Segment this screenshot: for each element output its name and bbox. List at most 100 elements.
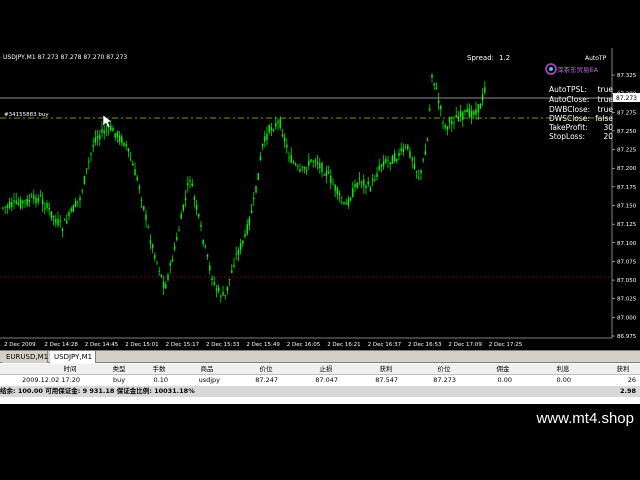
candle-body (176, 237, 178, 240)
col-symbol[interactable]: 商品 (196, 364, 218, 375)
candle-body (255, 185, 257, 193)
candle-body (360, 181, 363, 183)
candle-body (180, 214, 182, 219)
candle-body (182, 204, 185, 210)
col-sl[interactable]: 止损 (315, 364, 337, 375)
candle-body (367, 181, 369, 185)
time-tick-label: 2 Dec 15:17 (166, 342, 200, 348)
candle-body (13, 200, 15, 202)
candle-body (145, 214, 147, 221)
col-time[interactable]: 时间 (55, 364, 85, 375)
candle-body (314, 160, 317, 163)
order-label: #34155883 buy (4, 112, 49, 118)
candle-body (50, 211, 53, 219)
candle-body (37, 197, 39, 202)
tab-usdjpy[interactable]: USDJPY,M1 (50, 351, 96, 363)
col-type[interactable]: 类型 (108, 364, 130, 375)
candle-body (270, 127, 273, 130)
candle-body (195, 205, 198, 210)
candle-body (178, 230, 180, 231)
col-swap[interactable]: 利息 (552, 364, 574, 375)
candle-body (154, 255, 156, 259)
candle-body (52, 215, 55, 218)
candle-body (88, 161, 90, 163)
candle-body (140, 199, 143, 201)
candle-body (292, 162, 295, 164)
col-tp[interactable]: 获利 (375, 364, 397, 375)
col-profit[interactable]: 获利 (612, 364, 634, 375)
candle-body (334, 185, 336, 191)
candle-body (343, 202, 345, 204)
candle-body (356, 182, 358, 188)
candle-body (409, 150, 411, 158)
candle-body (66, 220, 68, 224)
candle-body (301, 166, 303, 168)
setting-autotpsl: AutoTPSL: true (549, 85, 613, 94)
candle-body (297, 166, 299, 167)
candle-body (365, 185, 367, 189)
candle-body (484, 87, 486, 93)
candle-body (136, 177, 138, 180)
candle-body (68, 211, 70, 217)
candle-body (121, 136, 123, 144)
candle-body (352, 188, 354, 198)
candle-body (143, 206, 145, 211)
candle-body (464, 110, 466, 112)
candle-body (165, 284, 167, 289)
candle-body (261, 144, 264, 147)
candle-body (431, 74, 433, 78)
candle-body (173, 246, 176, 250)
col-current-price[interactable]: 价位 (433, 364, 455, 375)
candle-body (283, 137, 286, 142)
candle-body (303, 166, 306, 169)
candle-body (41, 199, 44, 205)
candle-body (26, 198, 28, 206)
table-row[interactable]: 2009.12.02 17:20 buy 0.10 usdjpy 87.247 … (0, 375, 640, 386)
col-commission[interactable]: 佣金 (492, 364, 514, 375)
col-lots[interactable]: 手数 (148, 364, 170, 375)
candle-body (246, 224, 248, 234)
candle-body (235, 253, 237, 255)
candle-body (129, 159, 132, 161)
candle-body (116, 132, 119, 137)
candle-body (244, 233, 246, 237)
ea-logo (545, 63, 557, 75)
candle-body (387, 159, 389, 161)
candle-body (363, 179, 365, 187)
candle-body (380, 164, 383, 167)
spread-label: Spread: (467, 54, 494, 62)
candle-body (147, 226, 149, 228)
candle-body (193, 197, 196, 200)
candle-body (15, 200, 17, 204)
col-price[interactable]: 价位 (255, 364, 277, 375)
setting-autoclose: AutoClose: true (549, 95, 613, 104)
time-tick-label: 2 Dec 16:53 (408, 342, 442, 348)
candle-body (305, 169, 308, 171)
candle-body (347, 198, 350, 206)
candle-body (171, 259, 174, 262)
candle-body (222, 292, 224, 296)
candle-body (411, 158, 413, 161)
time-tick-label: 2 Dec 2009 (4, 342, 36, 348)
candle-body (349, 198, 352, 201)
candle-body (217, 287, 220, 292)
price-chart[interactable]: 87.273 87.325 87.300 87.275 87.250 87.225 87.… (0, 48, 640, 350)
time-tick-label: 2 Dec 14:45 (85, 342, 119, 348)
candle-body (55, 219, 57, 224)
autotp-label: AutoTP (585, 55, 607, 62)
candle-body (404, 147, 407, 148)
candle-body (272, 130, 275, 131)
candle-body (99, 135, 101, 140)
candle-body (455, 114, 457, 118)
candle-body (220, 295, 222, 297)
candle-body (391, 155, 394, 164)
tab-eurusd[interactable]: EURUSD,M1 (2, 351, 48, 363)
candle-body (433, 83, 435, 86)
candle-body (96, 136, 99, 139)
terminal-window: 87.273 87.325 87.300 87.275 87.250 87.225 87.… (0, 48, 640, 404)
candle-body (407, 144, 409, 150)
candle-body (426, 139, 429, 141)
candle-body (479, 103, 482, 109)
candle-body (440, 105, 442, 110)
candle-body (231, 270, 233, 273)
